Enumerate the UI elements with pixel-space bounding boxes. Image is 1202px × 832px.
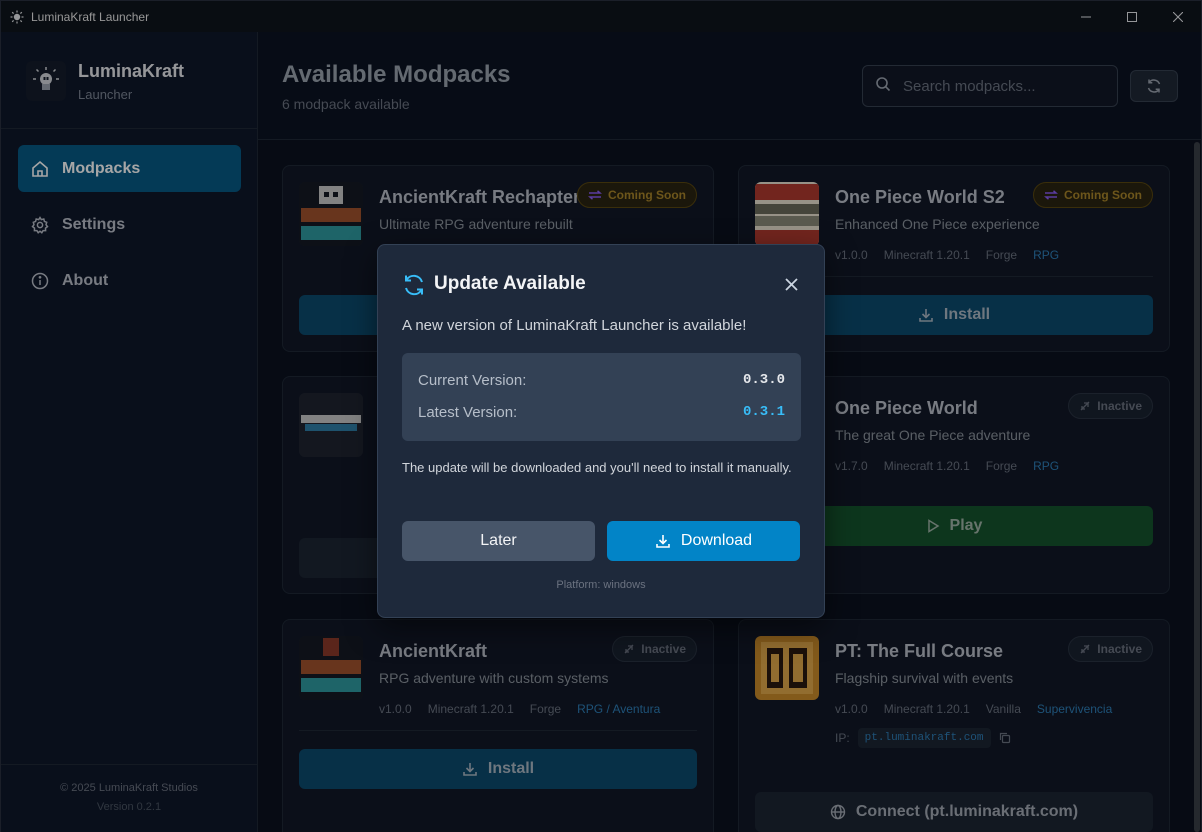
- close-icon: [784, 277, 798, 291]
- dialog-note: The update will be downloaded and you'll…: [402, 460, 792, 475]
- latest-version-value: 0.3.1: [742, 404, 785, 420]
- later-button[interactable]: Later: [402, 521, 595, 561]
- current-version-label: Current Version:: [418, 372, 527, 389]
- download-icon: [655, 533, 671, 549]
- refresh-icon: [402, 273, 426, 297]
- dialog-close-button[interactable]: [780, 273, 802, 295]
- current-version-row: Current Version: 0.3.0: [418, 372, 785, 389]
- download-button-label: Download: [680, 532, 753, 549]
- download-button[interactable]: Download: [607, 521, 800, 561]
- latest-version-label: Latest Version:: [418, 404, 518, 421]
- version-info-box: Current Version: 0.3.0 Latest Version: 0…: [402, 353, 801, 441]
- platform-text: Platform: windows: [556, 579, 646, 591]
- update-dialog: Update Available A new version of Lumina…: [377, 244, 825, 618]
- dialog-message: A new version of LuminaKraft Launcher is…: [402, 317, 747, 334]
- dialog-title: Update Available: [434, 273, 586, 294]
- current-version-value: 0.3.0: [742, 372, 785, 388]
- latest-version-row: Latest Version: 0.3.1: [418, 404, 785, 421]
